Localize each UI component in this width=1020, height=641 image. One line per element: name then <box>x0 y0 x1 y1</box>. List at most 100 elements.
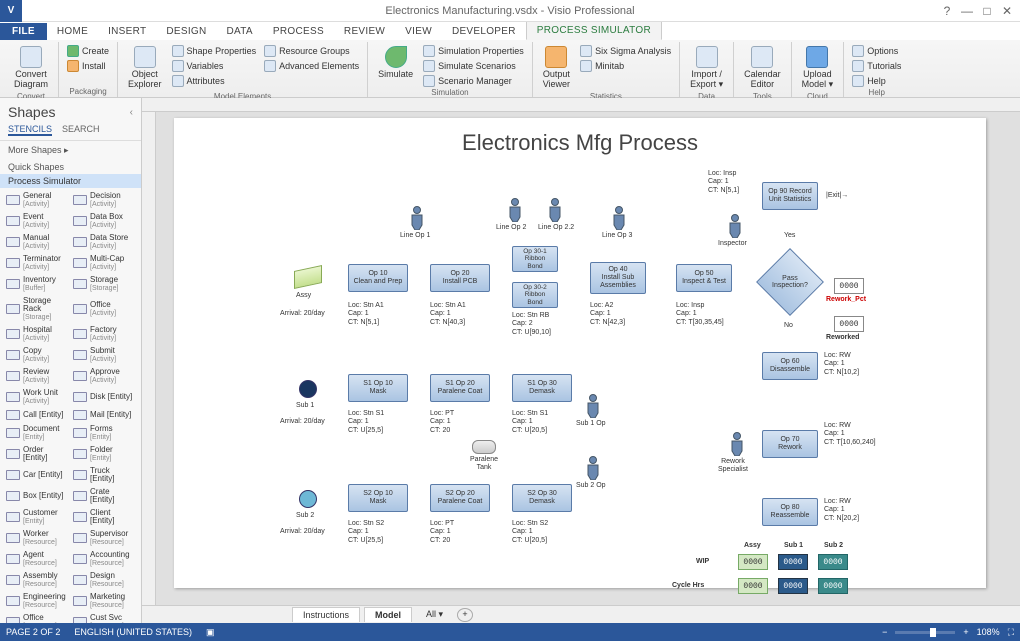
shape-stencil-item[interactable]: Manual[Activity] <box>4 232 70 252</box>
s2-op30-box[interactable]: S2 Op 30 Demask <box>512 484 572 512</box>
output-viewer-button[interactable]: Output Viewer <box>539 44 574 92</box>
fit-page-icon[interactable]: ⛶ <box>1008 627 1014 638</box>
paralene-tank[interactable] <box>472 440 496 454</box>
shape-stencil-item[interactable]: Car [Entity] <box>4 465 70 485</box>
entity-sub2[interactable] <box>299 490 317 508</box>
cyc-sub1[interactable]: 0000 <box>778 578 808 594</box>
shape-stencil-item[interactable]: Disk [Entity] <box>71 387 137 407</box>
shapes-tab-stencils[interactable]: STENCILS <box>8 124 52 136</box>
shape-stencil-item[interactable]: Mail [Entity] <box>71 408 137 422</box>
six-sigma-button[interactable]: Six Sigma Analysis <box>578 44 673 58</box>
upload-model-button[interactable]: Upload Model ▾ <box>798 44 838 92</box>
shape-stencil-item[interactable]: Box [Entity] <box>4 486 70 506</box>
shape-stencil-item[interactable]: Agent[Resource] <box>4 549 70 569</box>
s2-op10-box[interactable]: S2 Op 10 Mask <box>348 484 408 512</box>
reworked-counter[interactable]: 0000 <box>834 316 864 332</box>
canvas-scroll[interactable]: Electronics Mfg Process Assy Arrival: 20… <box>156 112 1020 605</box>
calendar-editor-button[interactable]: Calendar Editor <box>740 44 785 92</box>
tab-design[interactable]: DESIGN <box>156 23 216 40</box>
shape-stencil-item[interactable]: Review[Activity] <box>4 366 70 386</box>
s2-op20-box[interactable]: S2 Op 20 Paralene Coat <box>430 484 490 512</box>
stencil-process-simulator[interactable]: Process Simulator <box>0 174 141 188</box>
shapes-tab-search[interactable]: SEARCH <box>62 124 100 136</box>
maximize-icon[interactable]: □ <box>978 4 996 18</box>
pass-inspection-diamond[interactable]: Pass Inspection? <box>756 248 824 316</box>
wip-sub2[interactable]: 0000 <box>818 554 848 570</box>
person-lineop2[interactable] <box>508 198 522 222</box>
add-sheet-button[interactable]: + <box>457 608 473 622</box>
wip-assy[interactable]: 0000 <box>738 554 768 570</box>
shape-stencil-item[interactable]: Storage Rack[Storage] <box>4 295 70 323</box>
tab-file[interactable]: FILE <box>0 23 47 40</box>
cyc-assy[interactable]: 0000 <box>738 578 768 594</box>
simulate-scenarios-button[interactable]: Simulate Scenarios <box>421 59 526 73</box>
shape-stencil-item[interactable]: Design[Resource] <box>71 570 137 590</box>
zoom-out-button[interactable]: − <box>882 627 887 637</box>
shape-stencil-item[interactable]: Multi-Cap[Activity] <box>71 253 137 273</box>
import-export-button[interactable]: Import / Export ▾ <box>686 44 727 92</box>
shape-stencil-item[interactable]: Approve[Activity] <box>71 366 137 386</box>
shape-stencil-item[interactable]: General[Activity] <box>4 190 70 210</box>
sheet-model[interactable]: Model <box>364 607 412 622</box>
shape-stencil-item[interactable]: Supervisor[Resource] <box>71 528 137 548</box>
advanced-elements-button[interactable]: Advanced Elements <box>262 59 361 73</box>
shape-stencil-item[interactable]: Customer[Entity] <box>4 507 70 527</box>
minitab-button[interactable]: Minitab <box>578 59 673 73</box>
shape-stencil-item[interactable]: Factory[Activity] <box>71 324 137 344</box>
object-explorer-button[interactable]: Object Explorer <box>124 44 166 92</box>
shape-stencil-item[interactable]: Event[Activity] <box>4 211 70 231</box>
shape-stencil-item[interactable]: Storage[Storage] <box>71 274 137 294</box>
zoom-in-button[interactable]: + <box>963 627 968 637</box>
person-inspector[interactable] <box>728 214 742 238</box>
zoom-level[interactable]: 108% <box>977 627 1000 637</box>
op60-box[interactable]: Op 60 Disassemble <box>762 352 818 380</box>
tab-home[interactable]: HOME <box>47 23 98 40</box>
shape-stencil-item[interactable]: Document[Entity] <box>4 423 70 443</box>
shape-stencil-item[interactable]: Work Unit[Activity] <box>4 387 70 407</box>
op70-box[interactable]: Op 70 Rework <box>762 430 818 458</box>
shape-stencil-item[interactable]: Hospital[Activity] <box>4 324 70 344</box>
shape-stencil-item[interactable]: Inventory[Buffer] <box>4 274 70 294</box>
shape-stencil-item[interactable]: Decision[Activity] <box>71 190 137 210</box>
shape-stencil-item[interactable]: Marketing[Resource] <box>71 591 137 611</box>
attributes-button[interactable]: Attributes <box>170 74 259 88</box>
shape-stencil-item[interactable]: Data Box[Activity] <box>71 211 137 231</box>
rework-pct-counter[interactable]: 0000 <box>834 278 864 294</box>
shape-stencil-item[interactable]: Accounting[Resource] <box>71 549 137 569</box>
drawing-page[interactable]: Electronics Mfg Process Assy Arrival: 20… <box>174 118 986 588</box>
shape-stencil-item[interactable]: Worker[Resource] <box>4 528 70 548</box>
tab-process[interactable]: PROCESS <box>263 23 334 40</box>
install-button[interactable]: Install <box>65 59 111 73</box>
scenario-manager-button[interactable]: Scenario Manager <box>421 74 526 88</box>
person-sub1op[interactable] <box>586 394 600 418</box>
shape-stencil-item[interactable]: Engineering[Resource] <box>4 591 70 611</box>
variables-button[interactable]: Variables <box>170 59 259 73</box>
shape-stencil-item[interactable]: Office[Resource] <box>4 612 70 623</box>
sheet-instructions[interactable]: Instructions <box>292 607 360 622</box>
shape-stencil-item[interactable]: Data Store[Activity] <box>71 232 137 252</box>
status-language[interactable]: ENGLISH (UNITED STATES) <box>74 627 192 637</box>
resource-groups-button[interactable]: Resource Groups <box>262 44 361 58</box>
collapse-icon[interactable]: ‹ <box>130 107 133 118</box>
macro-record-icon[interactable]: ▣ <box>206 627 215 638</box>
op30-2-box[interactable]: Op 30-2 Ribbon Bond <box>512 282 558 308</box>
simulate-button[interactable]: Simulate <box>374 44 417 82</box>
convert-diagram-button[interactable]: Convert Diagram <box>10 44 52 92</box>
shape-properties-button[interactable]: Shape Properties <box>170 44 259 58</box>
op90-box[interactable]: Op 90 Record Unit Statistics <box>762 182 818 210</box>
s1-op10-box[interactable]: S1 Op 10 Mask <box>348 374 408 402</box>
shape-stencil-item[interactable]: Cust Svc[Resource] <box>71 612 137 623</box>
close-icon[interactable]: ✕ <box>998 4 1016 18</box>
shape-stencil-item[interactable]: Client [Entity] <box>71 507 137 527</box>
entity-sub1[interactable] <box>299 380 317 398</box>
tab-insert[interactable]: INSERT <box>98 23 156 40</box>
op40-box[interactable]: Op 40 Install Sub Assemblies <box>590 262 646 294</box>
entity-assy[interactable] <box>294 265 322 289</box>
help-icon[interactable]: ? <box>938 4 956 18</box>
shape-stencil-item[interactable]: Submit[Activity] <box>71 345 137 365</box>
s1-op30-box[interactable]: S1 Op 30 Demask <box>512 374 572 402</box>
shape-stencil-item[interactable]: Terminator[Activity] <box>4 253 70 273</box>
cyc-sub2[interactable]: 0000 <box>818 578 848 594</box>
create-button[interactable]: Create <box>65 44 111 58</box>
wip-sub1[interactable]: 0000 <box>778 554 808 570</box>
